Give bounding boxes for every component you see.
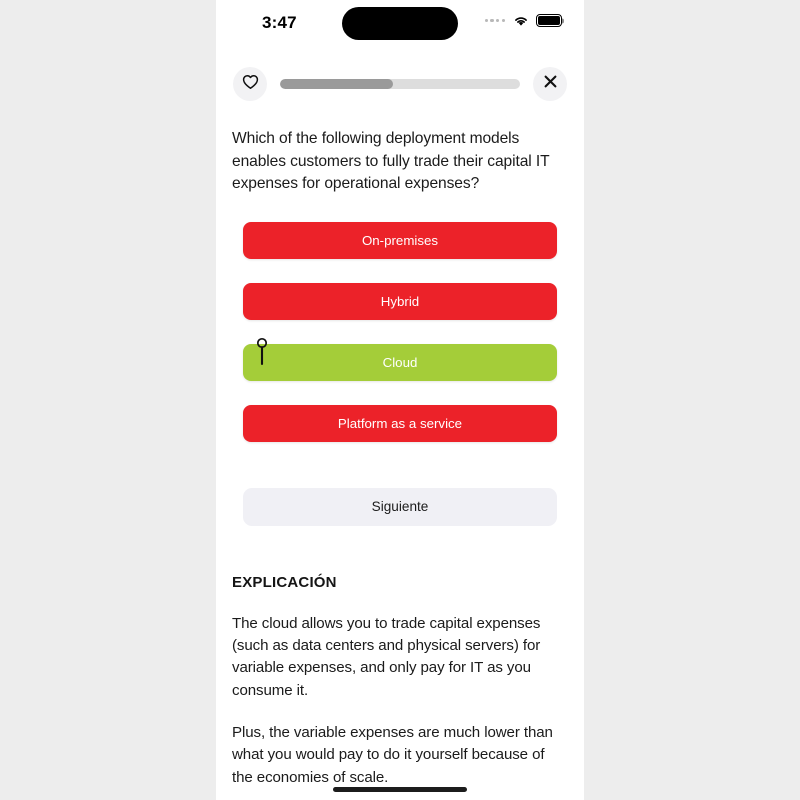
- explanation-paragraph: The cloud allows you to trade capital ex…: [232, 614, 541, 699]
- answer-option-label: Platform as a service: [337, 415, 463, 431]
- question-text: Which of the following deployment models…: [232, 130, 550, 193]
- status-bar-indicators: [484, 14, 562, 27]
- answer-option[interactable]: Platform as a service: [243, 404, 557, 442]
- answer-option-label: Hybrid: [380, 293, 420, 309]
- answer-options-list: On-premises Hybrid Cloud Platform as a serv…: [216, 221, 584, 442]
- selection-pin-icon: [255, 337, 269, 367]
- wifi-icon: [513, 15, 529, 27]
- status-bar: 3:47: [216, 0, 584, 48]
- top-toolbar: [216, 62, 584, 106]
- close-icon: [543, 74, 558, 94]
- next-button[interactable]: Siguiente: [243, 487, 557, 526]
- answer-option[interactable]: Hybrid: [243, 282, 557, 320]
- answer-option[interactable]: On-premises: [243, 221, 557, 259]
- close-button[interactable]: [533, 67, 567, 101]
- home-indicator[interactable]: [333, 787, 467, 792]
- explanation-title: EXPLICACIÓN: [232, 573, 337, 591]
- heart-icon: [242, 74, 259, 95]
- answer-option-label: Cloud: [382, 354, 418, 370]
- quiz-progress-fill: [280, 79, 393, 89]
- quiz-progress-bar[interactable]: [280, 79, 520, 89]
- status-bar-time: 3:47: [262, 13, 297, 32]
- battery-full-icon: [536, 14, 562, 27]
- answer-option-label: On-premises: [361, 232, 439, 248]
- dynamic-island: [342, 7, 458, 40]
- explanation-section: EXPLICACIÓN The cloud allows you to trad…: [216, 526, 584, 800]
- favorite-button[interactable]: [233, 67, 267, 101]
- signal-dots-icon: [484, 18, 505, 23]
- phone-screen: 3:47 Which of the following deployment m…: [216, 0, 584, 800]
- answer-option[interactable]: Cloud: [243, 337, 557, 381]
- explanation-paragraph: Plus, the variable expenses are much low…: [232, 724, 553, 786]
- next-button-wrapper: Siguiente: [216, 466, 584, 526]
